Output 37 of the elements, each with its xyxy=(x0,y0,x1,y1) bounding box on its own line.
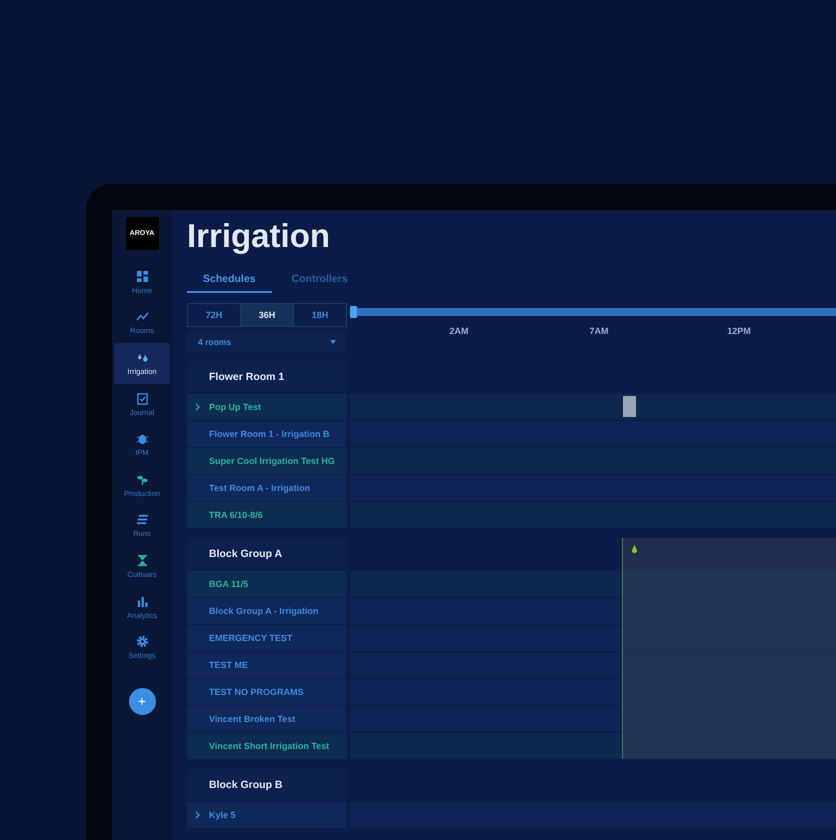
bug-icon xyxy=(136,432,148,446)
caret-icon xyxy=(330,340,336,344)
schedule-item[interactable]: TRA 6/10-8/6 xyxy=(187,502,347,528)
clipboard-icon xyxy=(136,392,148,405)
hourglass-icon xyxy=(136,554,148,567)
time-label: 2AM xyxy=(448,326,470,336)
schedule-item[interactable]: Flower Room 1 - Irrigation B xyxy=(187,421,347,447)
range-option[interactable]: 36H xyxy=(241,304,294,326)
schedule-item[interactable]: Block Group A - Irrigation xyxy=(187,598,347,624)
timeline-scrubber[interactable] xyxy=(350,308,836,316)
time-label: 7AM xyxy=(588,326,610,336)
group-name: Flower Room 1 xyxy=(187,361,347,392)
line-chart-icon xyxy=(136,310,148,324)
lines-icon xyxy=(136,513,148,526)
schedule-item[interactable]: BGA 11/5 xyxy=(187,571,347,597)
time-label: 12PM xyxy=(726,326,752,336)
group-name: Block Group A xyxy=(187,538,347,569)
room-filter-dropdown[interactable]: 4 rooms xyxy=(187,331,347,353)
group-name: Block Group B xyxy=(187,769,347,800)
grid-icon xyxy=(136,270,148,283)
tab[interactable]: Controllers xyxy=(276,268,364,293)
settings-icon xyxy=(136,635,148,648)
schedule-item[interactable]: Vincent Broken Test xyxy=(187,706,347,732)
schedule-item[interactable]: TEST NO PROGRAMS xyxy=(187,679,347,705)
tab[interactable]: Schedules xyxy=(187,268,272,293)
drop-icon xyxy=(630,544,639,555)
schedule-item[interactable]: Test Room A - Irrigation xyxy=(187,475,347,501)
irrigation-event[interactable] xyxy=(623,396,636,417)
schedule-item[interactable]: EMERGENCY TEST xyxy=(187,625,347,651)
schedule-item[interactable]: Kyle 5 xyxy=(187,802,347,828)
page-title: Irrigation xyxy=(187,216,332,256)
schedule-item[interactable]: TEST ME xyxy=(187,652,347,678)
bar-chart-icon xyxy=(136,594,148,608)
add-button[interactable]: + xyxy=(128,688,156,715)
schedule-item[interactable]: Super Cool Irrigation Test HG xyxy=(187,448,347,474)
schedule-item[interactable]: Vincent Short Irrigation Test xyxy=(187,733,347,759)
schedule-item[interactable]: Pop Up Test xyxy=(187,394,347,420)
